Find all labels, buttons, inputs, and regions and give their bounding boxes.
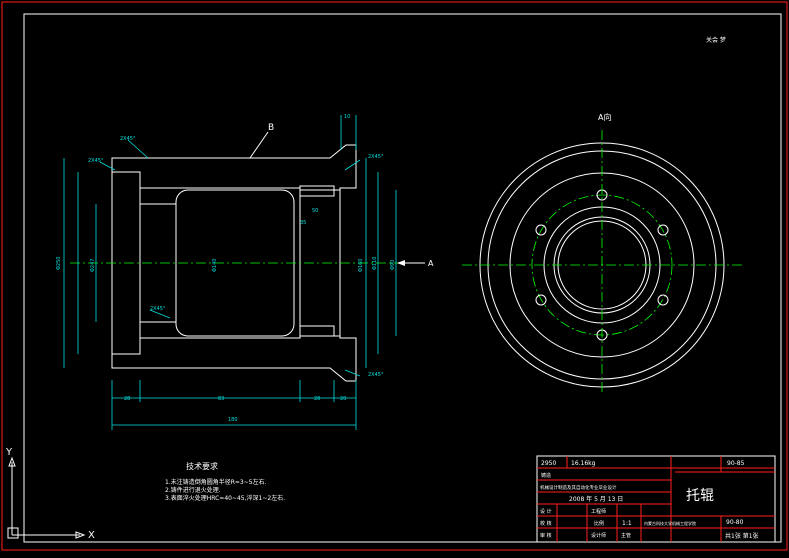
dim-50: 50	[312, 208, 318, 214]
date: 2008 年 5 月 13 日	[569, 495, 623, 503]
view-label: A向	[598, 112, 611, 122]
scale-value: 1:1	[622, 520, 632, 527]
role-label: 工程师	[591, 508, 606, 515]
inner-border	[23, 13, 782, 543]
row-label: 审 核	[540, 532, 552, 539]
section-view[interactable]: 28 83 28 20 180 10 50 35 Φ250 Φ247 Φ140 …	[56, 114, 434, 430]
end-view[interactable]: A向	[462, 112, 742, 395]
chamfer-note-5: 2X45°	[150, 306, 166, 312]
dim-d-inner2: Φ90	[390, 260, 396, 270]
part-name: 托辊	[686, 488, 714, 504]
dim-28: 28	[124, 396, 130, 402]
view-arrow-label: A	[428, 259, 434, 268]
weight: 16.16kg	[571, 460, 596, 467]
chamfer-note-4: 2X45°	[368, 372, 384, 378]
scale-label: 比例	[594, 520, 604, 527]
drawing-number: 2950	[541, 460, 556, 467]
title-block[interactable]: 2950 16.16kg 铸造 机械设计制造及其自动化专业毕业设计 2008 年…	[536, 455, 776, 543]
view-arrow-icon	[397, 260, 405, 266]
ucs-icon: Y X	[5, 447, 95, 541]
sheet-text: 共1张 第1张	[725, 532, 759, 540]
top-wall	[111, 144, 357, 191]
dim-top: 10	[344, 114, 350, 120]
cad-drawing-canvas[interactable]: 关会 梦 28 83 28 20 180 10 50 35 Φ250 Φ247 …	[0, 0, 789, 554]
bolt-hole-bottom	[299, 325, 335, 337]
tech-item-1: 1.未注铸造倒角圆角半径R=3~5左右.	[165, 478, 267, 486]
part-no-2: 90-80	[726, 519, 744, 526]
dim-d-mid2: Φ160	[358, 259, 364, 272]
role-label: 主管	[621, 532, 631, 539]
tech-item-3: 3.表面淬火处理HRC=40~45,淬深1~2左右.	[165, 494, 285, 502]
dim-28b: 28	[314, 396, 320, 402]
dim-35: 35	[300, 220, 306, 226]
signature-mark: 关会 梦	[706, 36, 726, 44]
material: 铸造	[541, 472, 551, 479]
row-label: 校 核	[540, 520, 552, 527]
ucs-y-label: Y	[5, 447, 13, 458]
dim-d-mid1: Φ247	[90, 259, 96, 272]
chamfer-note-1: 2X45°	[120, 136, 136, 142]
part-no: 90-85	[727, 460, 745, 467]
technical-requirements: 技术要求 1.未注铸造倒角圆角半径R=3~5左右. 2.铸件进行退火处理. 3.…	[165, 461, 285, 502]
dim-d-inner1: Φ110	[372, 257, 378, 270]
dim-d-outer: Φ250	[56, 257, 62, 270]
chamfer-note-2: 2X45°	[88, 158, 104, 164]
dim-83: 83	[218, 396, 224, 402]
design-school: 机械设计制造及其自动化专业毕业设计	[540, 484, 617, 491]
section-label-b: B	[268, 123, 274, 133]
role-label: 设计师	[591, 532, 606, 539]
tech-item-2: 2.铸件进行退火处理.	[165, 486, 221, 494]
dim-20: 20	[340, 396, 346, 402]
bottom-wall	[111, 335, 357, 382]
row-label: 设 计	[540, 508, 552, 515]
dim-d-shaft: Φ140	[212, 259, 218, 272]
bolt-hole-top	[299, 185, 335, 197]
dim-total: 180	[228, 417, 238, 423]
university: 内蒙古科技大学机械工程学院	[644, 520, 696, 526]
chamfer-note-3: 2X45°	[368, 154, 384, 160]
tech-title: 技术要求	[186, 461, 218, 471]
ucs-x-label: X	[88, 530, 95, 541]
